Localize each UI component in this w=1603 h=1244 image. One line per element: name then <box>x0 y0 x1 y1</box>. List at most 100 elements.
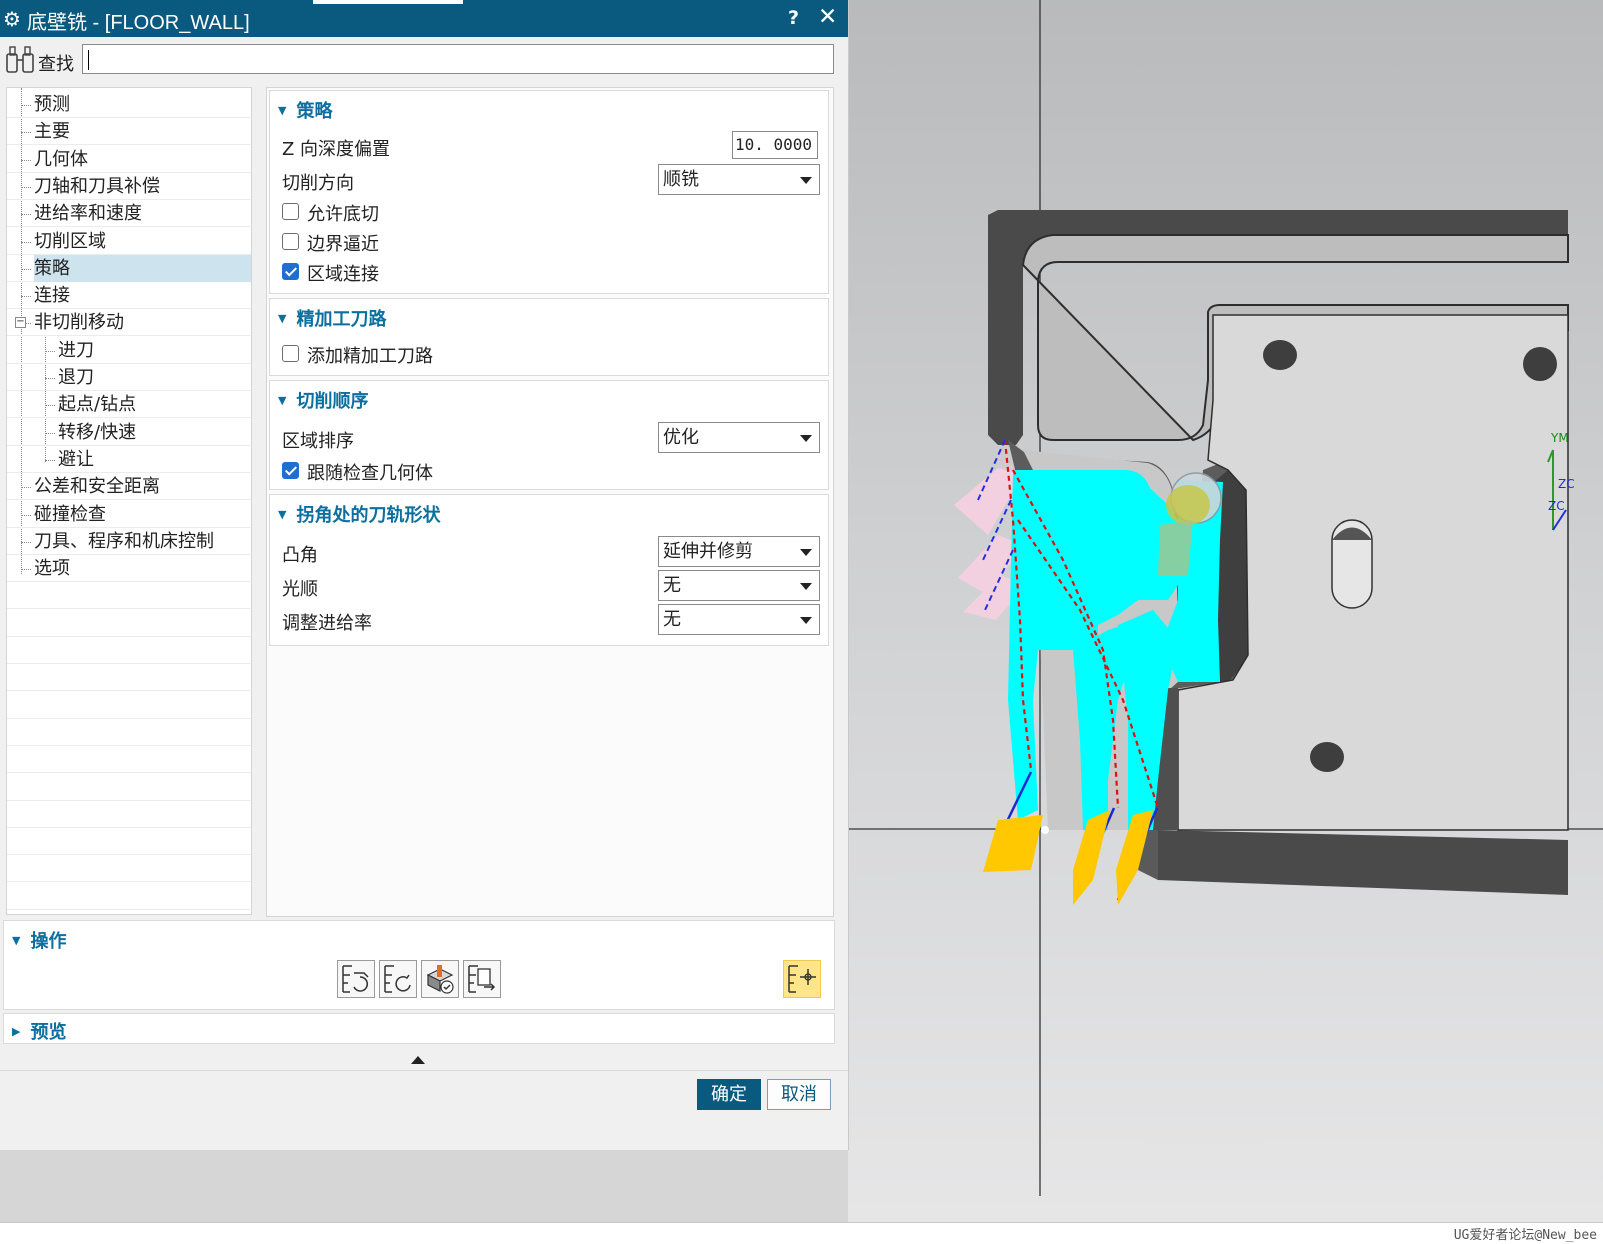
tree-line <box>45 433 55 434</box>
replay-icon <box>384 965 411 993</box>
axis-label-ym: YM <box>1550 431 1569 445</box>
feed-adjust-label: 调整进给率 <box>282 613 372 634</box>
expanded-triangle-icon: ▼ <box>278 508 287 521</box>
operations-group-header[interactable]: ▼ 操作 <box>12 927 66 953</box>
nav-item[interactable]: 碰撞检查 <box>7 501 251 528</box>
convex-corner-label: 凸角 <box>282 545 318 566</box>
axis-label-xc: ZC <box>1548 499 1565 513</box>
nav-item-label: 刀轴和刀具补偿 <box>34 176 160 197</box>
chevron-down-icon <box>800 177 812 184</box>
help-button[interactable]: ? <box>788 7 799 29</box>
search-row: 查找 <box>0 40 848 82</box>
preview-group-header[interactable]: ▶ 预览 <box>12 1018 66 1044</box>
strategy-group-header[interactable]: ▼ 策略 <box>278 97 332 123</box>
tree-line <box>21 160 31 161</box>
tree-line <box>21 269 31 270</box>
convex-corner-value: 延伸并修剪 <box>663 541 753 562</box>
expanded-triangle-icon: ▼ <box>12 934 21 947</box>
nav-item[interactable]: 选项 <box>7 555 251 582</box>
nav-item[interactable]: 退刀 <box>7 364 251 391</box>
nav-item[interactable]: 几何体 <box>7 146 251 173</box>
preview-group-title: 预览 <box>30 1022 67 1043</box>
smooth-select[interactable]: 无 <box>658 570 820 601</box>
nav-empty-row <box>7 664 251 691</box>
operations-group-title: 操作 <box>30 931 67 952</box>
z-offset-input[interactable]: 10. 0000 <box>732 131 818 159</box>
corner-shape-group-header[interactable]: ▼ 拐角处的刀轨形状 <box>278 501 440 527</box>
nav-item[interactable]: 公差和安全距离 <box>7 473 251 500</box>
nav-item[interactable]: 连接 <box>7 282 251 309</box>
strategy-panel: ▼ 策略 Z 向深度偏置 10. 0000 切削方向 顺铣 允许底切 边界逼近 区… <box>266 87 834 917</box>
checkbox-box[interactable] <box>282 345 299 362</box>
finish-path-group-header[interactable]: ▼ 精加工刀路 <box>278 305 386 331</box>
text-caret <box>88 50 89 70</box>
cut-direction-label: 切削方向 <box>282 173 354 194</box>
finish-path-group: ▼ 精加工刀路 添加精加工刀路 <box>269 298 829 376</box>
close-button[interactable]: ✕ <box>818 4 837 30</box>
nav-item[interactable]: 刀轴和刀具补偿 <box>7 173 251 200</box>
nav-item[interactable]: 避让 <box>7 446 251 473</box>
list-button[interactable] <box>463 960 501 998</box>
verify-button[interactable] <box>421 960 459 998</box>
allow-undercut-label: 允许底切 <box>307 204 379 225</box>
dialog-title-bar[interactable]: ⚙ 底壁铣 - [FLOOR_WALL] ? ✕ <box>0 0 848 37</box>
expanded-triangle-icon: ▼ <box>278 104 287 117</box>
tree-line <box>45 405 55 406</box>
nav-item[interactable]: 非切削移动 <box>7 309 251 336</box>
tree-line <box>21 487 31 488</box>
nav-empty-row <box>7 774 251 801</box>
replay-button[interactable] <box>379 960 417 998</box>
display-edit-button[interactable] <box>783 960 821 998</box>
nav-empty-row <box>7 883 251 910</box>
nav-empty-row <box>7 828 251 855</box>
nav-empty-row <box>7 692 251 719</box>
nav-item[interactable]: 转移/快速 <box>7 419 251 446</box>
finish-path-group-title: 精加工刀路 <box>296 309 387 330</box>
generate-button[interactable] <box>337 960 375 998</box>
add-finish-label: 添加精加工刀路 <box>307 346 433 367</box>
nav-item[interactable]: 进刀 <box>7 337 251 364</box>
collapse-icon[interactable]: − <box>15 317 26 328</box>
edit-display-icon <box>788 965 816 993</box>
nav-item-label: 策略 <box>34 255 251 282</box>
cut-order-group: ▼ 切削顺序 区域排序 优化 跟随检查几何体 <box>269 380 829 490</box>
nav-item[interactable]: 切削区域 <box>7 228 251 255</box>
nav-item[interactable]: 进给率和速度 <box>7 200 251 227</box>
nav-item[interactable]: 主要 <box>7 118 251 145</box>
corner-shape-group-title: 拐角处的刀轨形状 <box>296 505 441 526</box>
operations-group: ▼ 操作 <box>3 920 835 1010</box>
ok-button[interactable]: 确定 <box>697 1079 761 1110</box>
checkbox-box-checked[interactable] <box>282 263 299 280</box>
follow-check-geometry-label: 跟随检查几何体 <box>307 463 433 484</box>
nav-item[interactable]: 起点/钻点 <box>7 391 251 418</box>
cut-order-group-header[interactable]: ▼ 切削顺序 <box>278 387 368 413</box>
nav-empty-row <box>7 610 251 637</box>
smooth-label: 光顺 <box>282 579 318 600</box>
chevron-down-icon <box>800 435 812 442</box>
corner-shape-group: ▼ 拐角处的刀轨形状 凸角 延伸并修剪 光顺 无 调整进给率 无 <box>269 494 829 646</box>
nav-item-label: 公差和安全距离 <box>34 476 160 497</box>
checkbox-box[interactable] <box>282 233 299 250</box>
find-input[interactable] <box>82 44 834 74</box>
nav-item-label: 非切削移动 <box>34 312 124 333</box>
convex-corner-select[interactable]: 延伸并修剪 <box>658 536 820 567</box>
chevron-down-icon <box>800 583 812 590</box>
nav-item-label: 预测 <box>34 94 70 115</box>
feed-adjust-select[interactable]: 无 <box>658 604 820 635</box>
title-accent <box>313 0 463 4</box>
cut-direction-select[interactable]: 顺铣 <box>658 164 820 195</box>
checkbox-box-checked[interactable] <box>282 462 299 479</box>
nav-empty-row <box>7 637 251 664</box>
graphics-viewport[interactable]: YM ZC ZC <box>848 0 1603 1222</box>
collapse-arrow-icon[interactable] <box>411 1056 425 1064</box>
nav-item[interactable]: 策略 <box>7 255 251 282</box>
nav-empty-row <box>7 855 251 882</box>
tree-line <box>21 105 31 106</box>
boundary-approach-label: 边界逼近 <box>307 234 379 255</box>
nav-empty-row <box>7 801 251 828</box>
nav-item[interactable]: 预测 <box>7 91 251 118</box>
checkbox-box[interactable] <box>282 203 299 220</box>
nav-item[interactable]: 刀具、程序和机床控制 <box>7 528 251 555</box>
region-sort-select[interactable]: 优化 <box>658 422 820 453</box>
cancel-button[interactable]: 取消 <box>767 1079 831 1110</box>
